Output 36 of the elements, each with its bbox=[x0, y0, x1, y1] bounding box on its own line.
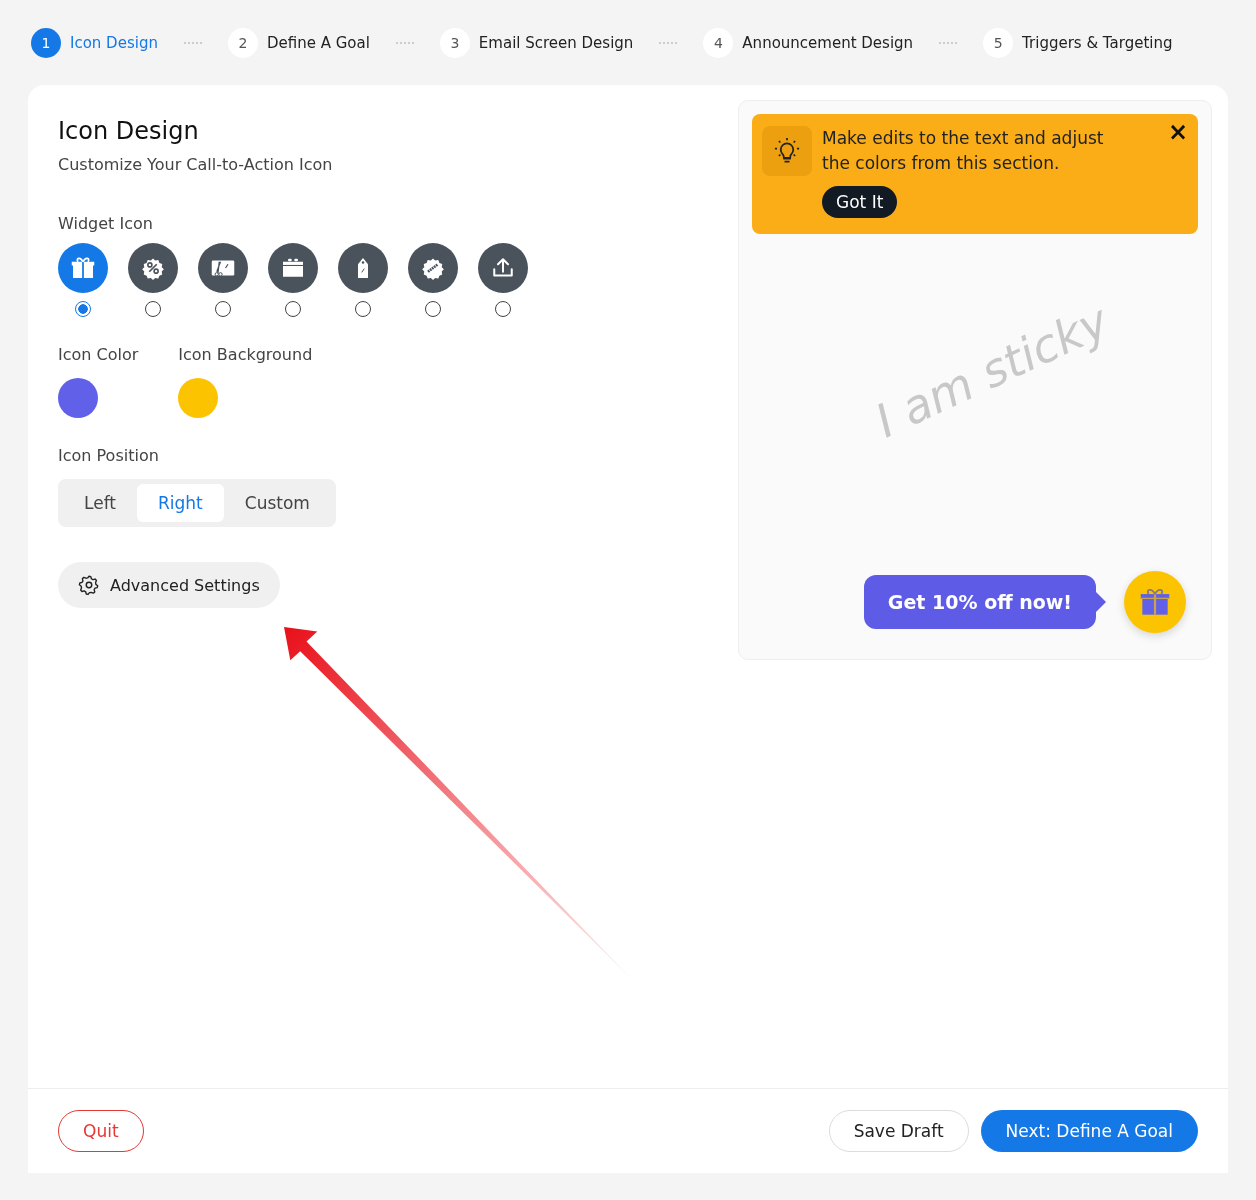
settings-icon bbox=[78, 574, 100, 596]
close-button[interactable]: × bbox=[1167, 118, 1188, 146]
step-tab[interactable]: 1 Icon Design bbox=[31, 27, 158, 58]
step-separator bbox=[183, 41, 202, 44]
step-separator bbox=[939, 41, 958, 44]
page-subtitle: Customize Your Call-to-Action Icon bbox=[58, 155, 334, 174]
next-button[interactable]: Next: Define A Goal bbox=[980, 1110, 1198, 1152]
color-swatch[interactable] bbox=[178, 378, 219, 418]
gift-button[interactable] bbox=[1124, 571, 1186, 633]
step-tab[interactable]: 4 Announcement Design bbox=[703, 27, 914, 58]
section-label: Icon Background bbox=[178, 345, 313, 364]
advanced-settings-button[interactable]: Advanced Settings bbox=[58, 562, 280, 608]
segment-button[interactable]: Left bbox=[63, 484, 137, 522]
quit-button[interactable]: Quit bbox=[58, 1110, 144, 1152]
step-tab[interactable]: 3 Email Screen Design bbox=[439, 27, 634, 58]
section-label: Icon Color bbox=[58, 345, 139, 364]
step-number: 5 bbox=[983, 27, 1014, 58]
step-number: 4 bbox=[703, 27, 734, 58]
save-draft-button[interactable]: Save Draft bbox=[828, 1110, 969, 1152]
section-label: Icon Position bbox=[58, 446, 160, 465]
page-title: Icon Design bbox=[58, 117, 200, 145]
lightbulb-icon bbox=[762, 126, 812, 176]
color-swatch[interactable] bbox=[58, 378, 98, 418]
step-number: 1 bbox=[31, 27, 61, 58]
step-tab[interactable]: 5 Triggers & Targeting bbox=[983, 27, 1173, 58]
section-label: Widget Icon bbox=[58, 214, 154, 233]
step-separator bbox=[395, 41, 414, 44]
step-number: 2 bbox=[227, 27, 258, 58]
segment-button[interactable]: Custom bbox=[223, 484, 331, 522]
tip-text: Make edits to the text and adjust the colors from this section. bbox=[822, 127, 1105, 175]
step-tab[interactable]: 2 Define A Goal bbox=[227, 27, 370, 58]
radio-button[interactable] bbox=[75, 301, 91, 317]
got-it-button[interactable]: Got It bbox=[822, 186, 898, 218]
step-number: 3 bbox=[439, 27, 470, 58]
step-separator bbox=[659, 41, 678, 44]
segment-button[interactable]: Right bbox=[137, 484, 224, 522]
